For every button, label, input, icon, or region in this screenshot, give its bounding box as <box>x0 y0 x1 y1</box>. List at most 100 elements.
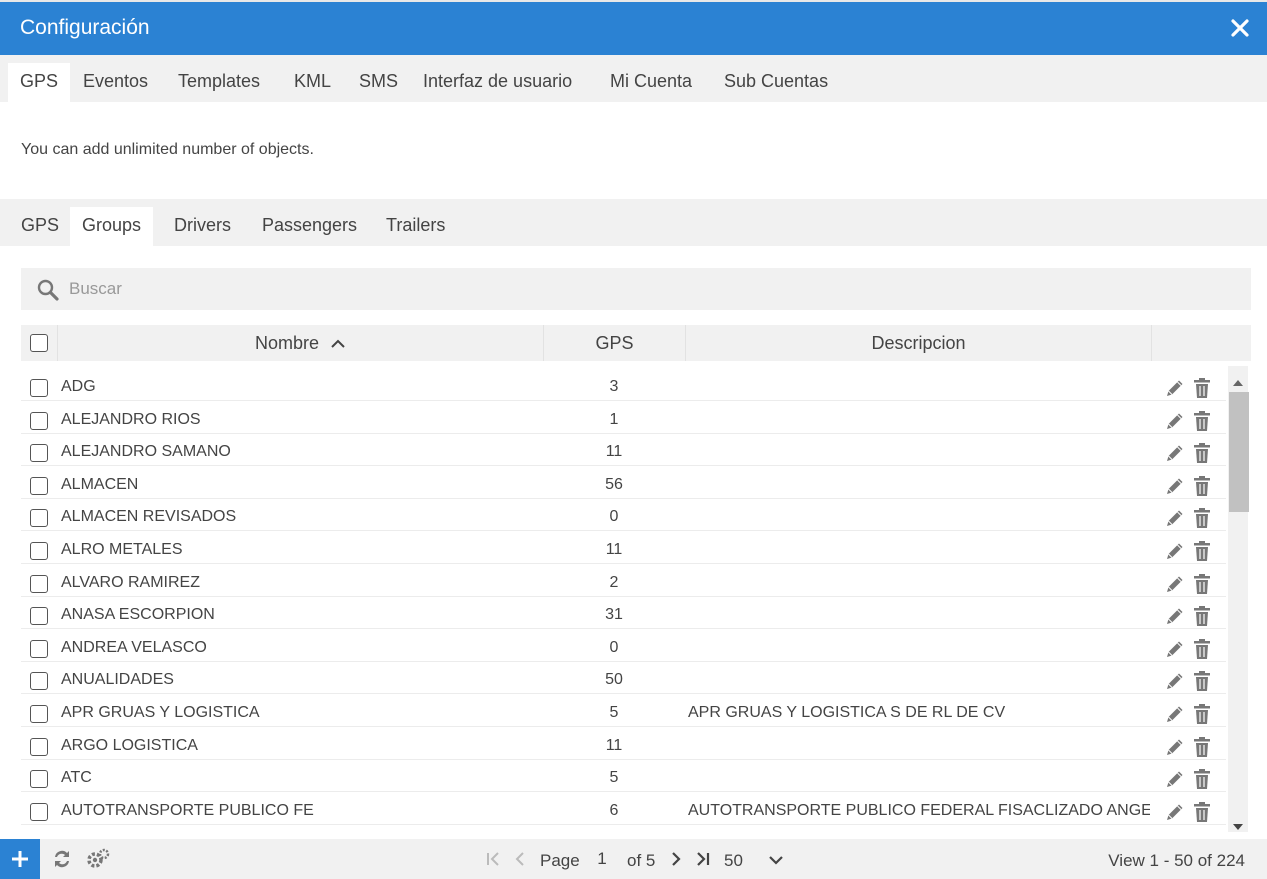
edit-icon[interactable] <box>1164 410 1186 437</box>
subtab-gps[interactable]: GPS <box>9 207 71 246</box>
edit-icon[interactable] <box>1164 605 1186 632</box>
table-row[interactable]: APR GRUAS Y LOGISTICA 5 APR GRUAS Y LOGIST… <box>21 695 1226 727</box>
delete-icon[interactable] <box>1193 736 1211 763</box>
row-checkbox[interactable] <box>30 802 48 821</box>
gps-count: 1 <box>609 410 619 428</box>
main-tabs: GPS Eventos Templates KML SMS Interfaz d… <box>0 55 1267 102</box>
tab-sms[interactable]: SMS <box>347 63 410 102</box>
last-page-icon[interactable] <box>694 850 712 873</box>
row-checkbox[interactable] <box>30 542 48 560</box>
delete-icon[interactable] <box>1193 573 1211 600</box>
delete-icon[interactable] <box>1193 507 1211 534</box>
table-row[interactable]: ATC 5 <box>21 760 1226 795</box>
row-checkbox[interactable] <box>30 705 48 723</box>
table-row[interactable]: AUTOTRANSPORTE PUBLICO FE 6 AUTOTRANSPORTE… <box>21 793 1226 825</box>
table-row[interactable]: ANDREA VELASCO 0 <box>21 630 1226 662</box>
row-checkbox[interactable] <box>30 379 48 397</box>
edit-icon[interactable] <box>1164 768 1186 795</box>
edit-icon[interactable] <box>1164 475 1186 502</box>
delete-icon[interactable] <box>1193 475 1211 502</box>
select-all-checkbox[interactable] <box>30 334 48 352</box>
edit-icon[interactable] <box>1164 442 1186 469</box>
delete-icon[interactable] <box>1193 410 1211 437</box>
column-header-descripcion[interactable]: Descripcion <box>686 325 1152 361</box>
delete-icon[interactable] <box>1193 768 1211 795</box>
tab-interfaz-de-usuario[interactable]: Interfaz de usuario <box>411 63 584 102</box>
table-row[interactable]: ALEJANDRO RIOS 1 <box>21 402 1226 434</box>
delete-icon[interactable] <box>1193 442 1211 469</box>
previous-page-icon[interactable] <box>511 850 529 873</box>
table-row[interactable]: ALMACEN REVISADOS 0 <box>21 499 1226 534</box>
edit-icon[interactable] <box>1164 703 1186 730</box>
tab-gps[interactable]: GPS <box>8 63 71 102</box>
add-button[interactable] <box>0 839 40 879</box>
delete-icon[interactable] <box>1193 703 1211 730</box>
delete-icon[interactable] <box>1193 670 1211 697</box>
tab-eventos[interactable]: Eventos <box>71 63 160 102</box>
page-number-input[interactable] <box>588 845 616 873</box>
row-checkbox[interactable] <box>30 444 48 463</box>
table-row[interactable]: ADG 3 <box>21 369 1226 401</box>
table-row[interactable]: ALRO METALES 11 <box>21 532 1226 564</box>
row-checkbox[interactable] <box>30 770 48 789</box>
row-checkbox[interactable] <box>30 574 48 593</box>
row-checkbox[interactable] <box>30 672 48 691</box>
gps-count: 5 <box>609 704 619 721</box>
close-icon[interactable] <box>1227 15 1253 41</box>
group-name: ANUALIDADES <box>61 671 174 689</box>
edit-icon[interactable] <box>1164 540 1186 567</box>
column-header-gps[interactable]: GPS <box>544 325 686 361</box>
table-row[interactable]: ARGO LOGISTICA 11 <box>21 728 1226 760</box>
table-row[interactable]: ANUALIDADES 50 <box>21 662 1226 697</box>
tab-templates[interactable]: Templates <box>166 63 272 102</box>
row-checkbox[interactable] <box>30 509 48 528</box>
subtab-passengers[interactable]: Passengers <box>250 207 369 246</box>
rows-per-page-select[interactable]: 50 <box>720 845 790 873</box>
first-page-icon[interactable] <box>484 850 502 873</box>
edit-icon[interactable] <box>1164 573 1186 600</box>
gps-count: 6 <box>609 801 619 819</box>
row-checkbox[interactable] <box>30 411 48 430</box>
scroll-down-icon[interactable] <box>1232 818 1244 836</box>
edit-icon[interactable] <box>1164 377 1186 404</box>
edit-icon[interactable] <box>1164 801 1186 828</box>
row-checkbox[interactable] <box>30 476 48 495</box>
table-row[interactable]: ANASA ESCORPION 31 <box>21 597 1226 632</box>
reload-icon[interactable] <box>51 848 73 875</box>
edit-icon[interactable] <box>1164 736 1186 763</box>
table-row[interactable]: ALVARO RAMIREZ 2 <box>21 565 1226 597</box>
delete-icon[interactable] <box>1193 605 1211 632</box>
row-checkbox[interactable] <box>30 639 48 658</box>
group-name: ALRO METALES <box>61 541 183 558</box>
edit-icon[interactable] <box>1164 670 1186 697</box>
row-checkbox[interactable] <box>30 607 48 626</box>
table-row[interactable]: ALEJANDRO SAMANO 11 <box>21 434 1226 469</box>
scrollbar-thumb[interactable] <box>1229 392 1249 512</box>
edit-icon[interactable] <box>1164 638 1186 665</box>
search-input[interactable] <box>69 268 1239 310</box>
edit-icon[interactable] <box>1164 507 1186 534</box>
subtab-trailers[interactable]: Trailers <box>374 207 457 246</box>
column-header-nombre[interactable]: Nombre <box>58 325 544 361</box>
tab-mi-cuenta[interactable]: Mi Cuenta <box>598 63 704 102</box>
group-name: APR GRUAS Y LOGISTICA <box>61 704 260 721</box>
delete-icon[interactable] <box>1193 540 1211 567</box>
subtab-groups[interactable]: Groups <box>70 207 154 246</box>
table-row[interactable]: ALMACEN 56 <box>21 467 1226 499</box>
scroll-up-icon[interactable] <box>1232 374 1244 392</box>
column-header-nombre-label: Nombre <box>254 333 319 353</box>
subtab-drivers[interactable]: Drivers <box>162 207 243 246</box>
tab-kml[interactable]: KML <box>282 63 343 102</box>
delete-icon[interactable] <box>1193 377 1211 404</box>
tab-sub-cuentas[interactable]: Sub Cuentas <box>712 63 840 102</box>
row-checkbox[interactable] <box>30 737 48 756</box>
table-row-partial[interactable] <box>21 825 1226 832</box>
records-count: View 1 - 50 of 224 <box>1108 851 1245 870</box>
group-description: APR GRUAS Y LOGISTICA S DE RL DE CV <box>688 704 1006 721</box>
delete-icon[interactable] <box>1193 638 1211 665</box>
next-page-icon[interactable] <box>667 850 685 873</box>
table-scrollbar[interactable] <box>1228 366 1249 832</box>
delete-icon[interactable] <box>1193 801 1211 828</box>
group-name: AUTOTRANSPORTE PUBLICO FE <box>61 801 314 819</box>
settings-icon[interactable] <box>86 848 110 875</box>
